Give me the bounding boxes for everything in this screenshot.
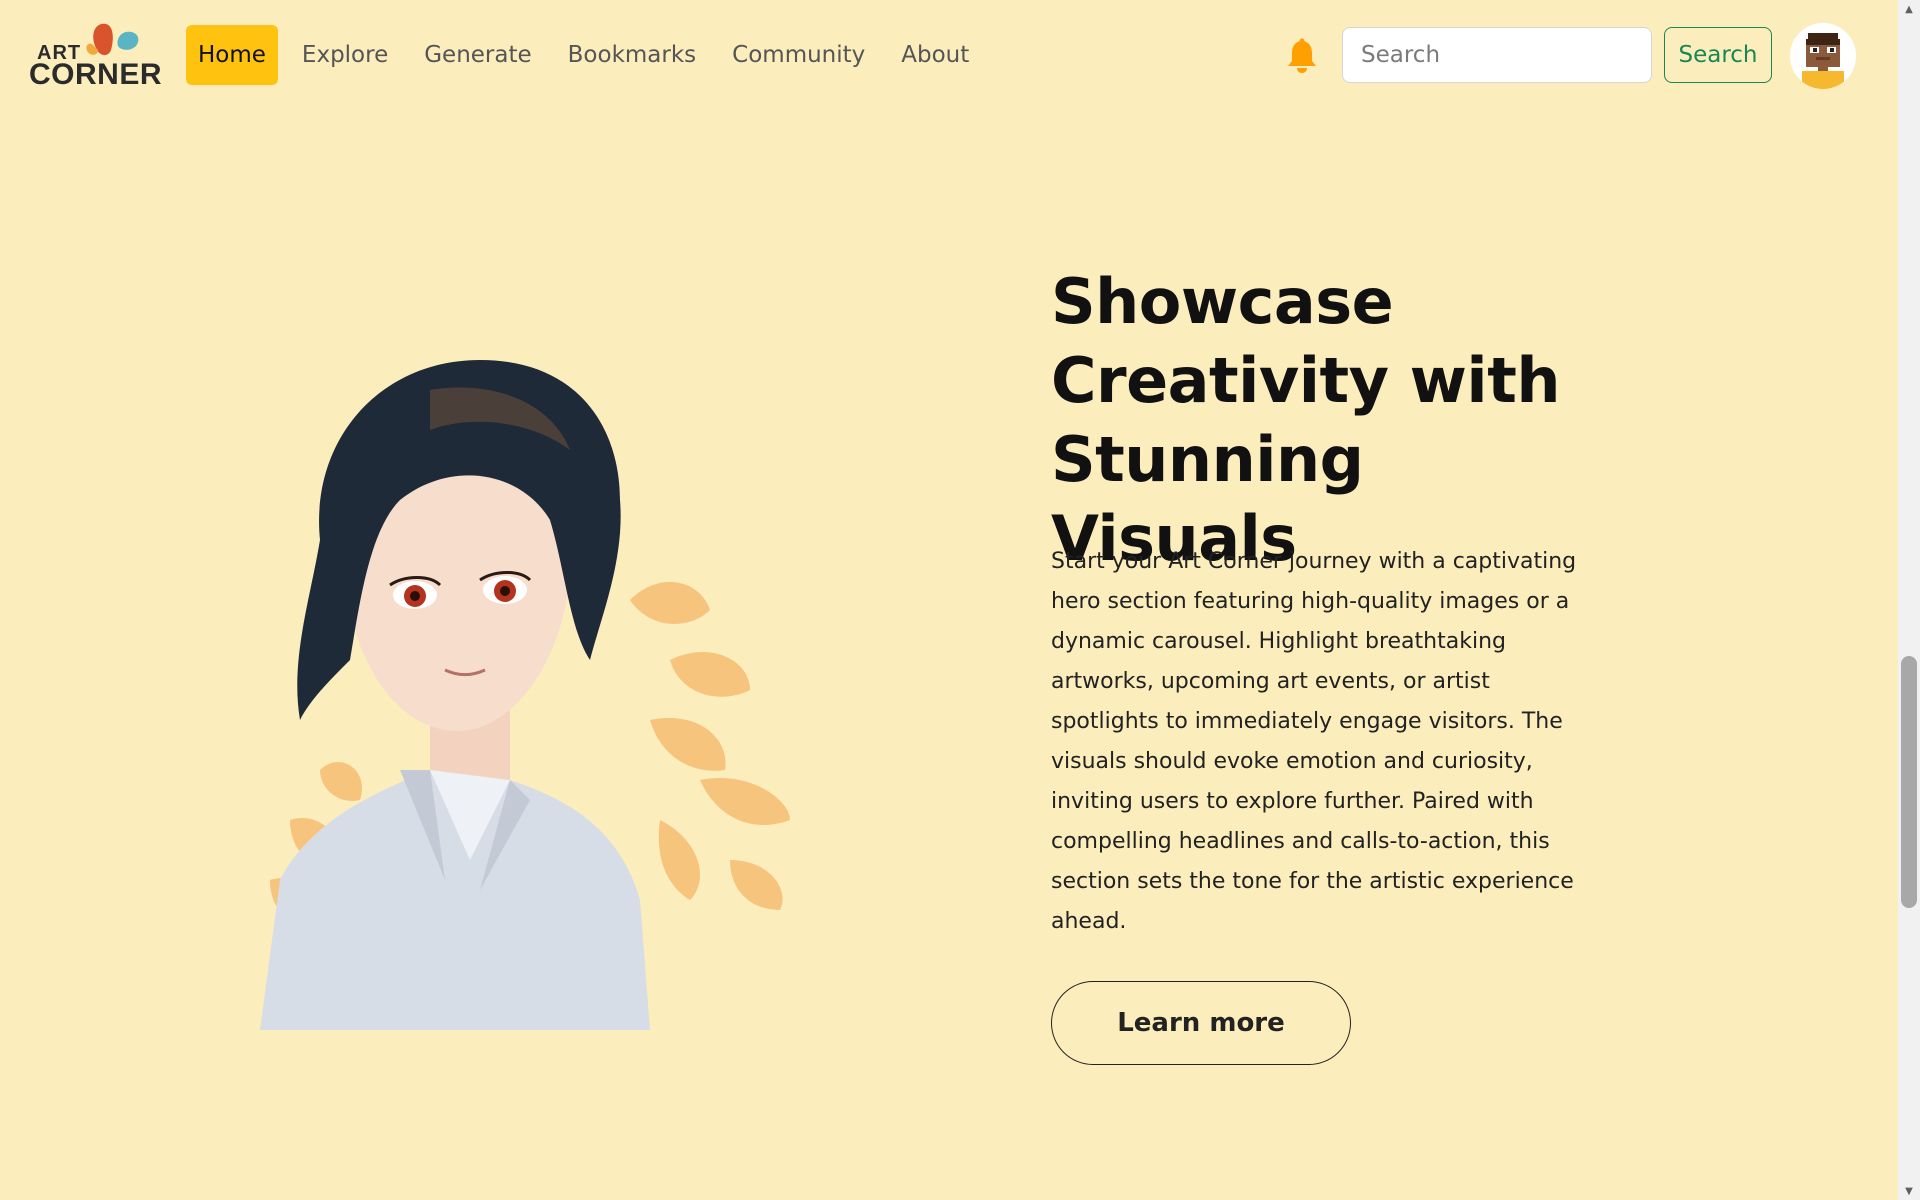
page: ART CORNER Home Explore Generate Bookmar… [0, 0, 1920, 1200]
bell-icon[interactable] [1286, 38, 1318, 74]
user-avatar[interactable] [1790, 23, 1856, 89]
pixel-avatar-icon [1790, 23, 1856, 89]
hero-title: Showcase Creativity with Stunning Visual… [1051, 265, 1560, 575]
logo-text-corner: CORNER [29, 58, 163, 91]
scroll-thumb[interactable] [1901, 656, 1917, 908]
nav-item-home[interactable]: Home [186, 25, 278, 85]
main-nav: Home Explore Generate Bookmarks Communit… [186, 25, 993, 85]
nav-item-bookmarks[interactable]: Bookmarks [556, 25, 709, 85]
nav-item-generate[interactable]: Generate [412, 25, 543, 85]
hero-illustration [230, 300, 810, 1030]
scroll-down-arrow-icon[interactable]: ▼ [1898, 1182, 1920, 1200]
navbar: ART CORNER Home Explore Generate Bookmar… [0, 0, 1898, 112]
nav-item-about[interactable]: About [889, 25, 981, 85]
nav-item-explore[interactable]: Explore [290, 25, 400, 85]
nav-item-community[interactable]: Community [720, 25, 877, 85]
scroll-up-arrow-icon[interactable]: ▲ [1898, 0, 1920, 18]
search-button[interactable]: Search [1664, 27, 1772, 83]
hero-description: Start your Art Corner journey with a cap… [1051, 549, 1577, 934]
anime-portrait-icon [260, 360, 790, 1030]
search-input[interactable] [1342, 27, 1652, 83]
vertical-scrollbar[interactable]: ▲ ▼ [1898, 0, 1920, 1200]
learn-more-button[interactable]: Learn more [1051, 981, 1351, 1065]
art-corner-logo[interactable]: ART CORNER [28, 20, 162, 92]
